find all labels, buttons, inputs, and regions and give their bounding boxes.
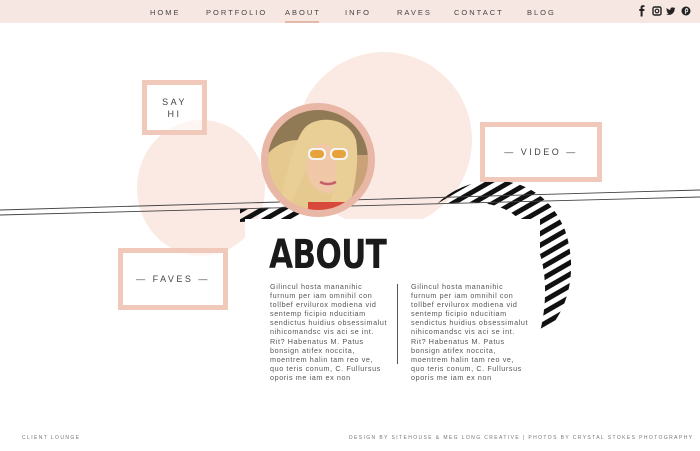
profile-photo <box>268 110 368 210</box>
video-label: — VIDEO — <box>504 147 578 157</box>
video-button[interactable]: — VIDEO — <box>480 122 602 182</box>
decorative-lines <box>0 180 700 339</box>
faves-button[interactable]: — FAVES — <box>118 248 228 310</box>
say-hi-label: SAY HI <box>162 96 187 119</box>
say-hi-button[interactable]: SAY HI <box>142 80 207 135</box>
about-column-2: Gilincul hosta mananihic furnum per iam … <box>411 282 529 382</box>
about-column-1: Gilincul hosta mananihic furnum per iam … <box>270 282 388 382</box>
footer-credits: DESIGN BY SITEHOUSE & MEG LONG CREATIVE … <box>349 435 694 441</box>
client-lounge-link[interactable]: CLIENT LOUNGE <box>22 435 80 441</box>
faves-label: — FAVES — <box>136 274 210 284</box>
column-divider <box>397 284 398 364</box>
about-title: ABOUT <box>269 232 387 278</box>
